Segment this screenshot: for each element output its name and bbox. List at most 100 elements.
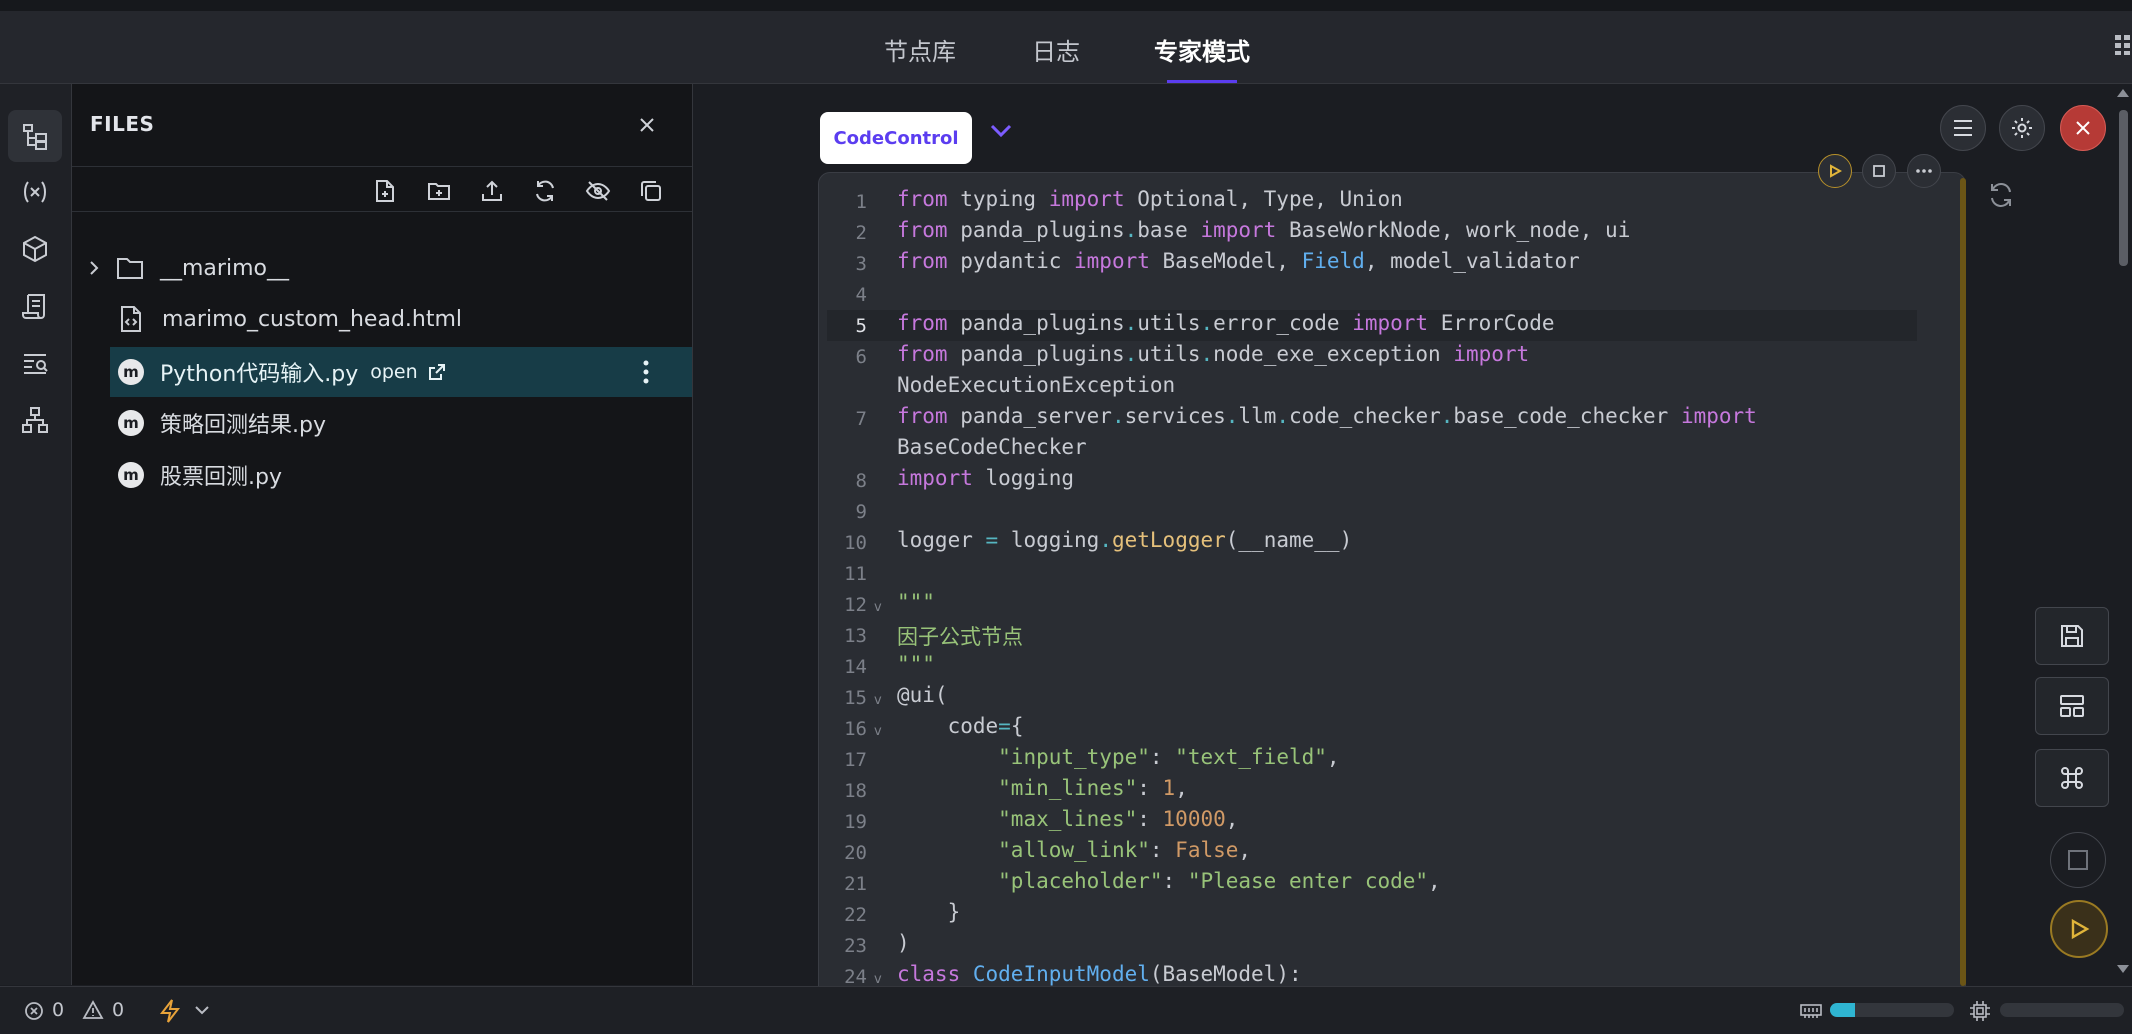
line-number: 2 xyxy=(855,222,867,244)
line-number: 22 xyxy=(844,904,867,926)
code-cell[interactable]: 1 from typing import Optional, Type, Unio… xyxy=(818,172,1966,1004)
error-circle-icon[interactable] xyxy=(24,1001,44,1021)
memory-icon xyxy=(1800,1002,1822,1020)
open-link[interactable]: open xyxy=(370,361,417,383)
code-line[interactable]: import logging xyxy=(897,466,1074,490)
scroll-up-arrow-icon[interactable] xyxy=(2116,88,2130,98)
code-line[interactable]: @ui( xyxy=(897,683,948,707)
code-line[interactable]: from panda_plugins.utils.node_exe_except… xyxy=(897,342,1529,366)
external-link-icon[interactable] xyxy=(428,363,446,381)
fold-chevron-icon[interactable]: v xyxy=(874,724,882,739)
warning-count[interactable]: 0 xyxy=(112,999,124,1021)
tree-item-label: 策略回测结果.py xyxy=(160,413,326,438)
code-line[interactable]: "allow_link": False, xyxy=(897,838,1251,862)
line-number: 14 xyxy=(844,656,867,678)
tree-item-marimo-folder[interactable]: __marimo__ xyxy=(72,243,692,293)
hide-icon[interactable] xyxy=(581,174,615,208)
refresh-icon[interactable] xyxy=(528,174,562,208)
tree-item-html-file[interactable]: marimo_custom_head.html xyxy=(72,294,692,344)
new-file-icon[interactable] xyxy=(368,174,402,208)
folder-icon xyxy=(116,256,144,280)
line-number: 11 xyxy=(844,563,867,585)
marimo-file-icon: m xyxy=(118,462,144,488)
chevron-down-icon[interactable] xyxy=(195,1005,209,1015)
tree-item-stock-backtest[interactable]: m 股票回测.py xyxy=(72,450,692,500)
code-line[interactable]: BaseCodeChecker xyxy=(897,435,1087,459)
cell-name-tab[interactable]: CodeControl xyxy=(820,112,972,164)
tree-item-label: __marimo__ xyxy=(160,255,289,281)
save-icon[interactable] xyxy=(2035,607,2109,665)
close-icon[interactable] xyxy=(632,110,662,140)
scroll-down-arrow-icon[interactable] xyxy=(2116,964,2130,974)
command-icon[interactable] xyxy=(2035,749,2109,807)
tree-item-label: Python代码输入.py xyxy=(160,362,359,387)
code-line[interactable]: """ xyxy=(897,590,935,614)
dependency-graph-icon[interactable] xyxy=(8,394,62,446)
code-line[interactable]: class CodeInputModel(BaseModel): xyxy=(897,962,1302,986)
memory-usage-bar xyxy=(1830,1003,1954,1017)
fold-chevron-icon[interactable]: v xyxy=(874,972,882,987)
fold-chevron-icon[interactable]: v xyxy=(874,693,882,708)
code-line[interactable]: "input_type": "text_field", xyxy=(897,745,1339,769)
copy-icon[interactable] xyxy=(634,174,668,208)
lightning-icon[interactable] xyxy=(158,998,182,1024)
line-number: 3 xyxy=(855,253,867,275)
error-count[interactable]: 0 xyxy=(52,999,64,1021)
code-line[interactable]: logger = logging.getLogger(__name__) xyxy=(897,528,1352,552)
line-number: 1 xyxy=(855,191,867,213)
close-button[interactable] xyxy=(2060,105,2106,151)
new-folder-icon[interactable] xyxy=(422,174,456,208)
cpu-usage-bar xyxy=(2000,1003,2124,1017)
tab-logs[interactable]: 日志 xyxy=(1032,32,1080,67)
line-number: 24 xyxy=(844,966,867,988)
menu-button[interactable] xyxy=(1940,105,1986,151)
grid-menu-icon[interactable] xyxy=(2114,34,2132,56)
scroll-icon[interactable] xyxy=(8,280,62,332)
code-line[interactable]: 因子公式节点 xyxy=(897,621,1023,651)
search-list-icon[interactable] xyxy=(8,337,62,389)
package-icon[interactable] xyxy=(8,223,62,275)
variables-icon[interactable] xyxy=(8,166,62,218)
settings-gear-icon[interactable] xyxy=(1999,105,2045,151)
code-line[interactable]: code={ xyxy=(897,714,1024,738)
tab-expert-mode[interactable]: 专家模式 xyxy=(1154,32,1250,67)
sync-icon[interactable] xyxy=(1987,181,2015,209)
code-line[interactable]: "placeholder": "Please enter code", xyxy=(897,869,1441,893)
fold-chevron-icon[interactable]: v xyxy=(874,600,882,615)
code-line[interactable]: from panda_plugins.base import BaseWorkN… xyxy=(897,218,1630,242)
line-number: 10 xyxy=(844,532,867,554)
code-line[interactable]: """ xyxy=(897,652,935,676)
code-line[interactable]: } xyxy=(897,900,961,924)
file-tree-icon[interactable] xyxy=(8,110,62,162)
code-line[interactable]: ) xyxy=(897,931,910,955)
more-vertical-icon[interactable] xyxy=(642,359,650,385)
line-number: 4 xyxy=(855,284,867,306)
warning-icon[interactable] xyxy=(82,1000,104,1020)
tab-node-library[interactable]: 节点库 xyxy=(884,32,956,67)
code-line[interactable]: from pydantic import BaseModel, Field, m… xyxy=(897,249,1580,273)
code-line[interactable]: "max_lines": 10000, xyxy=(897,807,1238,831)
chevron-down-icon[interactable] xyxy=(990,124,1012,138)
tree-item-python-input-selected[interactable]: m Python代码输入.py open xyxy=(110,347,692,397)
tree-item-strategy-result[interactable]: m 策略回测结果.py xyxy=(72,398,692,448)
code-line[interactable]: from typing import Optional, Type, Union xyxy=(897,187,1403,211)
chevron-right-icon[interactable] xyxy=(86,260,102,276)
window-top-strip xyxy=(0,0,2132,11)
layout-icon[interactable] xyxy=(2035,677,2109,735)
code-line[interactable]: from panda_server.services.llm.code_chec… xyxy=(897,404,1757,428)
files-panel-title: FILES xyxy=(90,112,155,136)
code-line[interactable]: NodeExecutionException xyxy=(897,373,1175,397)
cell-more-icon[interactable] xyxy=(1907,154,1941,188)
divider xyxy=(72,166,692,167)
active-tab-indicator xyxy=(1167,80,1237,83)
run-all-icon[interactable] xyxy=(2050,900,2108,958)
code-line[interactable]: "min_lines": 1, xyxy=(897,776,1188,800)
stop-all-icon[interactable] xyxy=(2050,832,2106,888)
upload-icon[interactable] xyxy=(475,174,509,208)
scrollbar-thumb[interactable] xyxy=(2119,110,2128,266)
line-number: 9 xyxy=(855,501,867,523)
code-line[interactable]: from panda_plugins.utils.error_code impo… xyxy=(897,311,1555,335)
run-cell-icon[interactable] xyxy=(1818,154,1852,188)
tree-item-label: 股票回测.py xyxy=(160,465,282,490)
stop-cell-icon[interactable] xyxy=(1862,154,1896,188)
